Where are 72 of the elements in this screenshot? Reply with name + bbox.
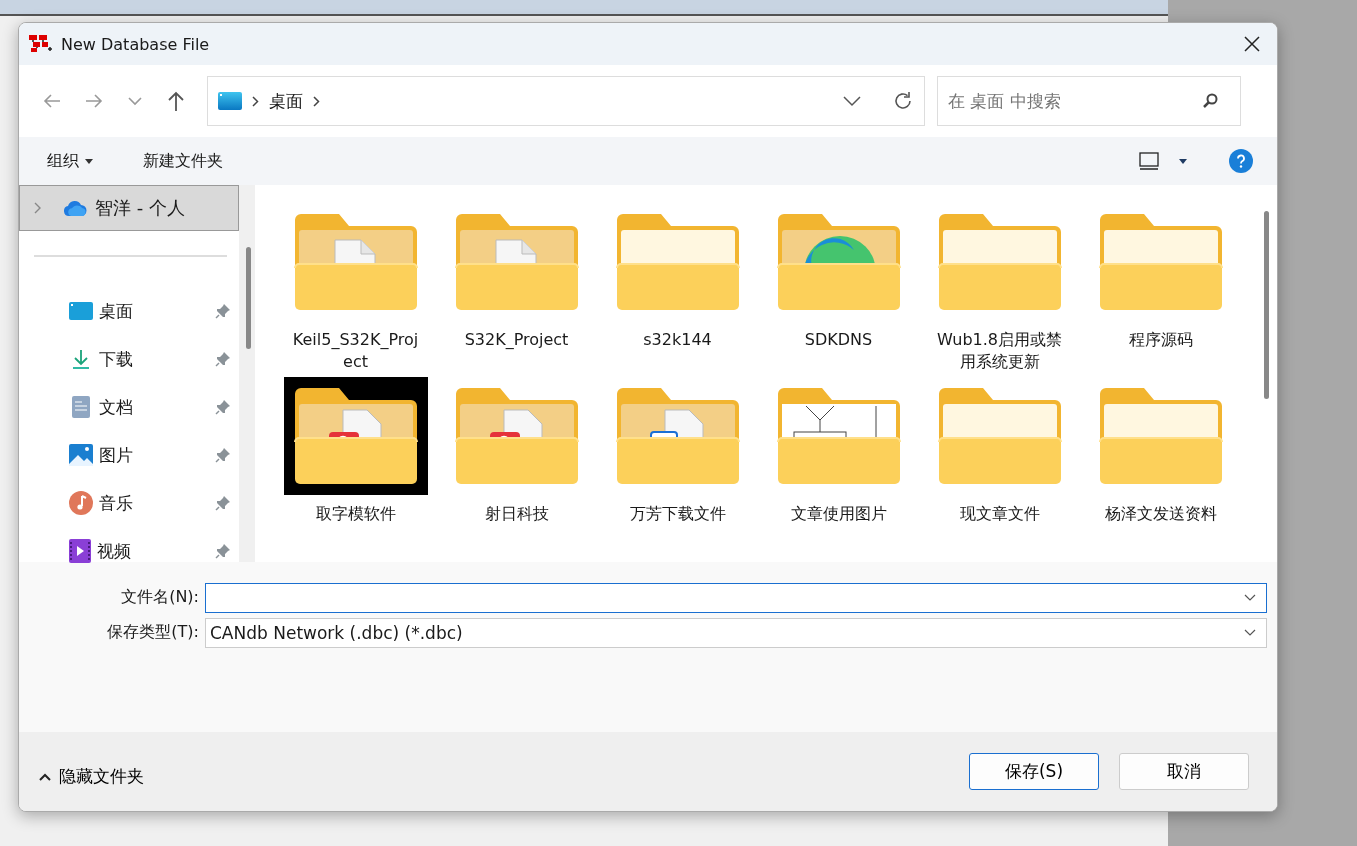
folder-name: S32K_Project: [463, 329, 570, 351]
search-icon: [1201, 92, 1219, 110]
pin-icon[interactable]: [215, 447, 231, 463]
filename-field[interactable]: [205, 582, 1267, 613]
caret-icon[interactable]: [1179, 158, 1187, 164]
chevron-right-icon[interactable]: [313, 95, 320, 107]
pin-icon[interactable]: [215, 351, 231, 367]
folder-name: 万芳下载文件: [628, 503, 727, 525]
pin-icon[interactable]: [215, 495, 231, 511]
caret-icon: [85, 158, 93, 164]
chevron-down-icon[interactable]: [127, 96, 143, 106]
sidebar-item[interactable]: 下载: [19, 335, 239, 383]
document-icon: [69, 396, 93, 418]
new-folder-button[interactable]: 新建文件夹: [135, 146, 231, 176]
dropdown-chevron-icon[interactable]: [842, 95, 862, 107]
sidebar-item[interactable]: 文档: [19, 383, 239, 431]
scrollbar-thumb[interactable]: [246, 247, 251, 349]
pin-icon[interactable]: [215, 543, 231, 559]
pin-icon[interactable]: [215, 399, 231, 415]
window-title: New Database File: [61, 34, 210, 54]
folder-name: Keil5_S32K_Project: [291, 329, 420, 373]
folder-name: 文章使用图片: [789, 503, 888, 525]
app-icon: [29, 33, 53, 55]
cloud-icon: [63, 200, 87, 216]
scrollbar-thumb[interactable]: [1264, 211, 1269, 399]
folder-name: 杨泽文发送资料: [1103, 503, 1218, 525]
folder-item[interactable]: SDKDNS: [758, 203, 919, 373]
caret-up-icon: [39, 772, 51, 781]
save-button[interactable]: 保存(S): [969, 753, 1099, 790]
folder-name: 射日科技: [483, 503, 550, 525]
folder-name: SDKDNS: [803, 329, 874, 351]
view-mode-icon[interactable]: [1139, 152, 1159, 170]
sidebar-item[interactable]: 桌面: [19, 287, 239, 335]
account-item[interactable]: 智洋 - 个人: [19, 185, 239, 231]
folder-item[interactable]: s32k144: [597, 203, 758, 373]
pin-icon[interactable]: [215, 303, 231, 319]
folder-item[interactable]: Wub1.8启用或禁用系统更新: [919, 203, 1080, 373]
folder-item[interactable]: 文章使用图片: [758, 377, 919, 525]
folder-item[interactable]: 程序源码: [1080, 203, 1241, 373]
sidebar-item[interactable]: 图片: [19, 431, 239, 479]
folder-name: 程序源码: [1127, 329, 1194, 351]
search-field[interactable]: 在 桌面 中搜索: [937, 76, 1241, 126]
filename-label: 文件名(N):: [120, 587, 200, 608]
folder-item[interactable]: 万芳下载文件: [597, 377, 758, 525]
dropdown-chevron-icon[interactable]: [1244, 628, 1256, 637]
folder-name: 现文章文件: [958, 503, 1041, 525]
folder-name: s32k144: [642, 329, 713, 351]
hide-folders-button[interactable]: 隐藏文件夹: [33, 764, 150, 789]
folder-item[interactable]: Keil5_S32K_Project: [275, 203, 436, 373]
file-type-dropdown[interactable]: CANdb Network (.dbc) (*.dbc): [205, 617, 1267, 648]
expand-chevron-icon[interactable]: [34, 202, 41, 214]
close-icon: [1243, 35, 1261, 53]
folder-item[interactable]: 射日科技: [436, 377, 597, 525]
file-type-label: 保存类型(T):: [106, 622, 200, 643]
picture-icon: [69, 444, 93, 466]
organize-menu-button[interactable]: 组织: [39, 146, 101, 176]
music-note-icon: [69, 491, 93, 515]
sidebar-item[interactable]: 音乐: [19, 479, 239, 527]
cancel-button[interactable]: 取消: [1119, 753, 1249, 790]
folder-item[interactable]: 现文章文件: [919, 377, 1080, 525]
dropdown-chevron-icon[interactable]: [1244, 593, 1256, 602]
chevron-right-icon: [252, 95, 259, 107]
desktop-icon: [69, 302, 93, 320]
address-bar[interactable]: 桌面: [207, 76, 925, 126]
refresh-icon[interactable]: [892, 90, 914, 112]
folder-item[interactable]: S32K_Project: [436, 203, 597, 373]
folder-item[interactable]: 杨泽文发送资料: [1080, 377, 1241, 525]
folder-name: Wub1.8启用或禁用系统更新: [936, 329, 1063, 373]
help-icon[interactable]: [1229, 149, 1253, 173]
breadcrumb[interactable]: 桌面: [269, 89, 303, 113]
folder-name: 取字模软件: [314, 503, 397, 525]
desktop-icon: [218, 92, 242, 110]
